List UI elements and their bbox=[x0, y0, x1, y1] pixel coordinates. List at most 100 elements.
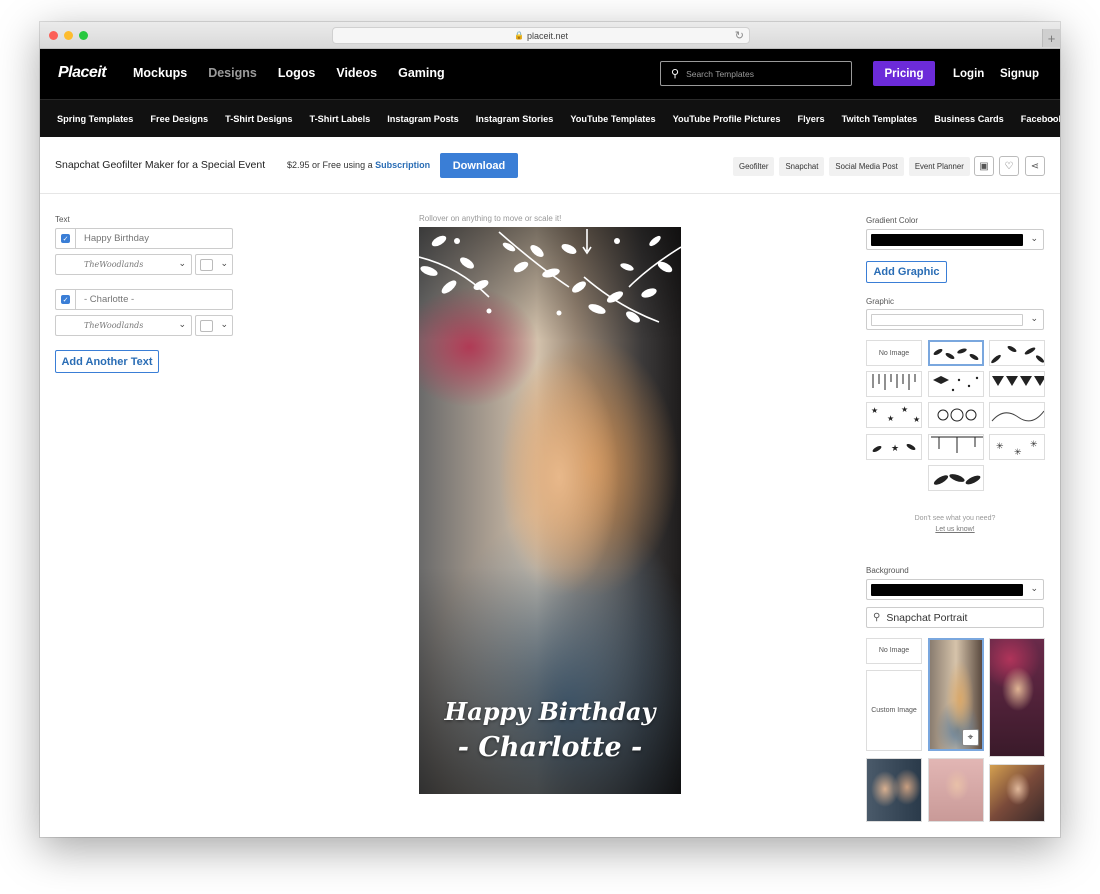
tag-social-media-post[interactable]: Social Media Post bbox=[829, 157, 904, 176]
graphic-thumb-hanging[interactable] bbox=[928, 434, 984, 460]
chevron-right-icon[interactable]: › bbox=[1050, 111, 1054, 126]
favorite-button[interactable]: ♡ bbox=[999, 156, 1019, 176]
graphic-swatch bbox=[871, 314, 1023, 326]
category-link[interactable]: Business Cards bbox=[934, 114, 1003, 124]
checkmark-icon: ✓ bbox=[61, 234, 70, 243]
graphic-thumb-stars[interactable]: ★ ★ ★ ★ bbox=[866, 402, 922, 428]
background-thumb-pink[interactable] bbox=[989, 638, 1045, 757]
main-navbar: Placeit Mockups Designs Logos Videos Gam… bbox=[40, 49, 1060, 99]
help-text: Don't see what you need? Let us know! bbox=[866, 513, 1044, 535]
category-links: Spring Templates Free Designs T-Shirt De… bbox=[57, 114, 1060, 124]
category-link[interactable]: T-Shirt Designs bbox=[225, 114, 292, 124]
tag-geofilter[interactable]: Geofilter bbox=[733, 157, 775, 176]
graphic-thumb-leaves-stars[interactable]: ★ bbox=[866, 434, 922, 460]
pricing-button[interactable]: Pricing bbox=[873, 61, 935, 86]
text1-input[interactable] bbox=[84, 233, 224, 244]
subscription-link[interactable]: Subscription bbox=[375, 160, 430, 170]
background-search-input[interactable] bbox=[886, 611, 1037, 624]
graphic-thumb-vines[interactable] bbox=[989, 402, 1045, 428]
background-search[interactable]: ⚲ bbox=[866, 607, 1044, 628]
background-thumb-portrait[interactable] bbox=[928, 758, 984, 822]
graphic-thumb-snowflakes[interactable]: ✳ ✳ ✳ bbox=[989, 434, 1045, 460]
font-select-1[interactable]: TheWoodlands ⌄ bbox=[55, 254, 192, 275]
category-link[interactable]: Instagram Stories bbox=[476, 114, 554, 124]
graphic-thumb-bunting[interactable] bbox=[989, 371, 1045, 397]
category-link[interactable]: Free Designs bbox=[150, 114, 208, 124]
search-input[interactable] bbox=[686, 68, 827, 79]
category-link[interactable]: Spring Templates bbox=[57, 114, 133, 124]
background-thumb-selected[interactable]: ⌖ bbox=[928, 638, 984, 751]
crop-icon[interactable]: ⌖ bbox=[962, 729, 979, 746]
category-link[interactable]: Facebook Posts bbox=[1021, 114, 1060, 124]
graphic-thumb-tropical[interactable] bbox=[928, 465, 984, 491]
login-link[interactable]: Login bbox=[953, 68, 984, 80]
share-button[interactable]: ⋖ bbox=[1025, 156, 1045, 176]
new-tab-button[interactable]: + bbox=[1042, 29, 1060, 47]
text2-input[interactable] bbox=[84, 294, 224, 305]
category-link[interactable]: YouTube Templates bbox=[570, 114, 655, 124]
category-link[interactable]: YouTube Profile Pictures bbox=[673, 114, 781, 124]
color-select-2[interactable]: ⌄ bbox=[195, 315, 233, 336]
svg-text:★: ★ bbox=[913, 415, 920, 424]
signup-link[interactable]: Signup bbox=[1000, 68, 1039, 80]
svg-text:✳: ✳ bbox=[1014, 447, 1022, 457]
color-swatch bbox=[200, 320, 213, 332]
nav-link-logos[interactable]: Logos bbox=[278, 66, 316, 80]
canvas-text-line1[interactable]: Happy Birthday bbox=[419, 697, 681, 726]
graphic-no-image[interactable]: No Image bbox=[866, 340, 922, 366]
text1-checkbox[interactable]: ✓ bbox=[56, 229, 76, 248]
tag-snapchat[interactable]: Snapchat bbox=[779, 157, 825, 176]
text2-checkbox[interactable]: ✓ bbox=[56, 290, 76, 309]
search-box[interactable]: ⚲ bbox=[660, 61, 852, 86]
search-icon: ⚲ bbox=[671, 68, 680, 80]
font-select-2[interactable]: TheWoodlands ⌄ bbox=[55, 315, 192, 336]
search-icon: ⚲ bbox=[873, 612, 881, 623]
add-graphic-button[interactable]: Add Graphic bbox=[866, 261, 947, 283]
nav-link-videos[interactable]: Videos bbox=[336, 66, 377, 80]
graphic-thumb-floral-frame[interactable] bbox=[928, 402, 984, 428]
gradient-color-select[interactable]: ⌄ bbox=[866, 229, 1044, 250]
placeit-logo[interactable]: Placeit bbox=[58, 64, 107, 82]
tag-event-planner[interactable]: Event Planner bbox=[908, 157, 970, 176]
custom-image-upload[interactable]: Custom Image bbox=[866, 670, 922, 751]
category-link[interactable]: Twitch Templates bbox=[842, 114, 918, 124]
no-image-label: No Image bbox=[878, 647, 910, 654]
nav-link-gaming[interactable]: Gaming bbox=[398, 66, 445, 80]
nav-link-designs[interactable]: Designs bbox=[208, 66, 257, 80]
design-canvas[interactable]: Happy Birthday - Charlotte - bbox=[419, 227, 681, 794]
graphic-thumb-branches[interactable] bbox=[989, 340, 1045, 366]
background-color-select[interactable]: ⌄ bbox=[866, 579, 1044, 600]
chevron-down-icon: ⌄ bbox=[220, 319, 228, 329]
chevron-down-icon: ⌄ bbox=[1030, 233, 1038, 243]
price-info: $2.95 or Free using a Subscription bbox=[287, 160, 430, 170]
minimize-window-button[interactable] bbox=[64, 31, 73, 40]
chevron-down-icon: ⌄ bbox=[1030, 313, 1038, 323]
floral-graphic[interactable] bbox=[419, 227, 681, 337]
graphic-thumb-graduation[interactable] bbox=[928, 371, 984, 397]
color-select-1[interactable]: ⌄ bbox=[195, 254, 233, 275]
canvas-hint: Rollover on anything to move or scale it… bbox=[419, 214, 562, 223]
category-navbar: Spring Templates Free Designs T-Shirt De… bbox=[40, 99, 1060, 137]
add-another-text-button[interactable]: Add Another Text bbox=[55, 350, 159, 373]
graphic-thumb-lines[interactable] bbox=[866, 371, 922, 397]
download-button[interactable]: Download bbox=[440, 153, 518, 178]
color-swatch bbox=[200, 259, 213, 271]
category-link[interactable]: Instagram Posts bbox=[387, 114, 458, 124]
background-no-image[interactable]: No Image bbox=[866, 638, 922, 664]
nav-link-mockups[interactable]: Mockups bbox=[133, 66, 187, 80]
background-thumb-couple[interactable] bbox=[866, 758, 922, 822]
maximize-window-button[interactable] bbox=[79, 31, 88, 40]
close-window-button[interactable] bbox=[49, 31, 58, 40]
address-bar[interactable]: 🔒 placeit.net ↻ bbox=[332, 27, 750, 44]
canvas-text-line2[interactable]: - Charlotte - bbox=[419, 732, 681, 763]
graphic-thumb-leaves[interactable] bbox=[928, 340, 984, 366]
category-link[interactable]: T-Shirt Labels bbox=[310, 114, 371, 124]
product-titlebar: Snapchat Geofilter Maker for a Special E… bbox=[40, 137, 1060, 194]
chevron-down-icon: ⌄ bbox=[178, 258, 186, 268]
reload-icon[interactable]: ↻ bbox=[735, 29, 744, 42]
category-link[interactable]: Flyers bbox=[797, 114, 824, 124]
background-thumb-city[interactable] bbox=[989, 764, 1045, 822]
save-button[interactable]: ▣ bbox=[974, 156, 994, 176]
graphic-select[interactable]: ⌄ bbox=[866, 309, 1044, 330]
let-us-know-link[interactable]: Let us know! bbox=[935, 526, 974, 533]
